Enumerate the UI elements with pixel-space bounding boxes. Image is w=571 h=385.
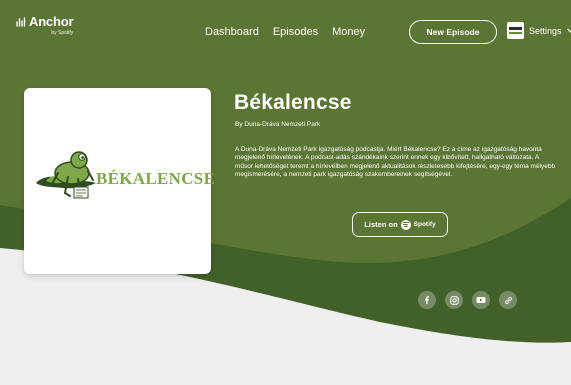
settings-menu[interactable]: Settings: [507, 22, 571, 39]
spotify-icon: [400, 219, 411, 230]
link-icon[interactable]: [499, 291, 517, 309]
instagram-icon[interactable]: [445, 291, 463, 309]
frog-icon: [36, 151, 96, 199]
nav-money[interactable]: Money: [332, 26, 365, 38]
listen-label: Listen on: [364, 220, 398, 229]
nav-links: Dashboard Episodes Money: [205, 26, 365, 38]
anchor-waves-icon: [16, 16, 26, 27]
new-episode-button[interactable]: New Episode: [409, 20, 497, 44]
facebook-glyph: [425, 296, 429, 304]
youtube-glyph: [476, 297, 486, 303]
hero-section: Anchor by Spotify Dashboard Episodes Mon…: [0, 0, 571, 385]
logo-name: Anchor: [29, 14, 74, 29]
instagram-glyph: [449, 295, 459, 305]
listen-on-spotify-button[interactable]: Listen on Spotify: [352, 212, 448, 237]
podcast-cover: BÉKALENCSE: [24, 88, 215, 274]
logo-sub: by Spotify: [51, 30, 74, 36]
youtube-icon[interactable]: [472, 291, 490, 309]
podcast-thumbnail: [507, 22, 524, 39]
cover-title: BÉKALENCSE: [96, 169, 216, 188]
top-nav: Anchor by Spotify Dashboard Episodes Mon…: [0, 0, 571, 58]
chevron-down-icon: [566, 28, 571, 33]
settings-label: Settings: [529, 25, 562, 36]
nav-dashboard[interactable]: Dashboard: [205, 26, 259, 38]
spotify-label: Spotify: [413, 221, 436, 228]
link-glyph: [504, 296, 512, 304]
nav-episodes[interactable]: Episodes: [273, 26, 318, 38]
anchor-logo[interactable]: Anchor by Spotify: [16, 14, 74, 36]
podcast-description: A Duna-Dráva Nemzeti Park Igazgatóság po…: [235, 146, 556, 179]
facebook-icon[interactable]: [418, 291, 436, 309]
podcast-author: By Duna-Dráva Nemzeti Park: [235, 121, 321, 128]
social-links: [418, 291, 517, 309]
podcast-title: Békalencse: [234, 91, 352, 114]
